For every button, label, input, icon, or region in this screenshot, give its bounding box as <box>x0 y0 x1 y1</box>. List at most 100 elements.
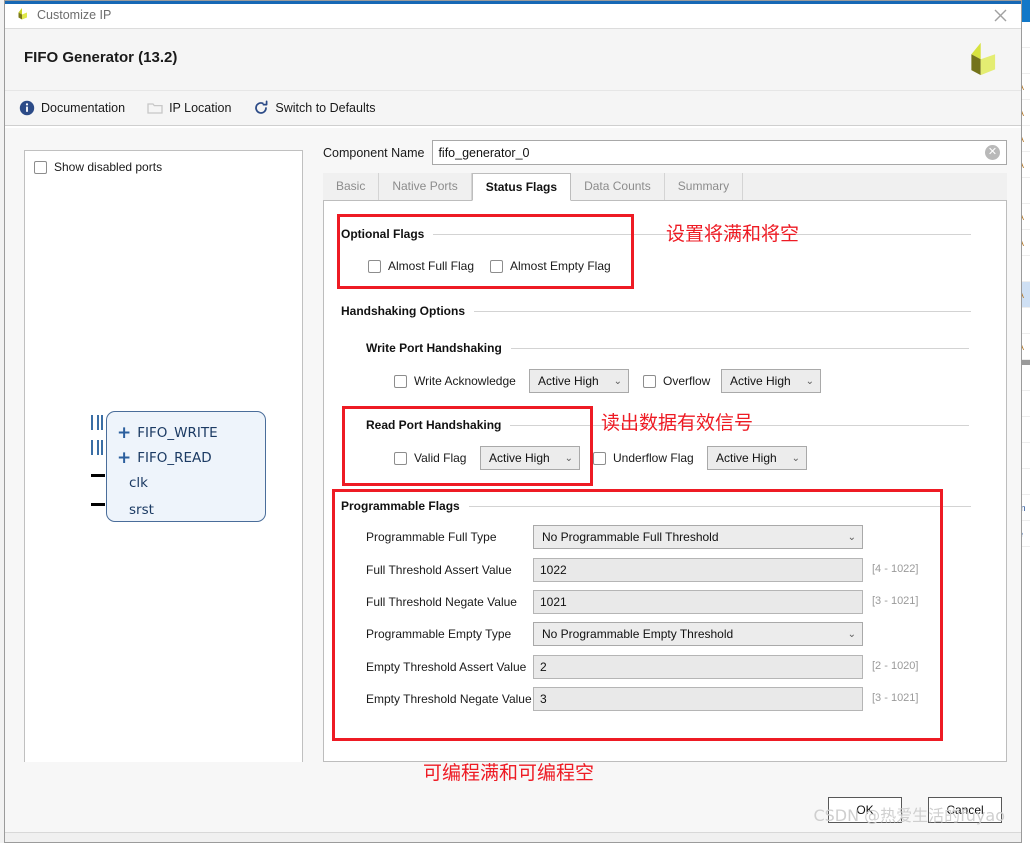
expand-plus-icon[interactable]: + <box>117 449 131 467</box>
switch-to-defaults-label: Switch to Defaults <box>275 101 376 115</box>
component-name-input[interactable] <box>433 141 1006 164</box>
documentation-link[interactable]: Documentation <box>19 100 125 116</box>
input-value: 1021 <box>540 595 567 609</box>
empty-threshold-assert-value-input[interactable]: 2 <box>533 655 863 679</box>
switch-to-defaults-link[interactable]: Switch to Defaults <box>253 100 375 116</box>
select-value: Active High <box>716 451 777 465</box>
component-name-row: Component Name ✕ <box>323 140 1007 165</box>
port-label: FIFO_READ <box>137 450 212 466</box>
valid-flag-polarity-select[interactable]: Active High ⌄ <box>480 446 580 470</box>
component-name-label: Component Name <box>323 145 425 160</box>
almost-empty-flag-checkbox[interactable]: Almost Empty Flag <box>490 259 611 273</box>
overflow-polarity-select[interactable]: Active High ⌄ <box>721 369 821 393</box>
port-label: srst <box>129 502 154 518</box>
checkbox-box <box>368 259 381 273</box>
tab-data-counts[interactable]: Data Counts <box>571 173 665 200</box>
select-value: No Programmable Full Threshold <box>542 530 719 544</box>
valid-flag-checkbox[interactable]: Valid Flag <box>394 451 466 465</box>
underflow-flag-checkbox[interactable]: Underflow Flag <box>593 451 694 465</box>
programmable-full-type-select[interactable]: No Programmable Full Threshold ⌄ <box>533 525 863 549</box>
port-label: FIFO_WRITE <box>137 425 218 441</box>
input-value: 1022 <box>540 563 567 577</box>
port-srst: srst <box>129 499 154 521</box>
fifo-block-diagram: + FIFO_WRITE + FIFO_READ clk srst <box>106 411 266 522</box>
empty-threshold-assert-value-label: Empty Threshold Assert Value <box>366 660 527 674</box>
full-threshold-negate-value-input[interactable]: 1021 <box>533 590 863 614</box>
chevron-down-icon: ⌄ <box>791 452 800 464</box>
wire-stub-clk <box>91 474 105 477</box>
input-value: 2 <box>540 660 547 674</box>
programmable-full-type-label: Programmable Full Type <box>366 530 497 544</box>
config-area: Component Name ✕ Basic Native Ports Stat… <box>323 140 1007 762</box>
tab-status-flags[interactable]: Status Flags <box>471 173 572 201</box>
programmable-flags-heading: Programmable Flags <box>341 499 460 513</box>
port-clk: clk <box>129 472 148 494</box>
almost-full-flag-label: Almost Full Flag <box>388 259 475 273</box>
full-threshold-assert-value-label: Full Threshold Assert Value <box>366 563 512 577</box>
select-value: No Programmable Empty Threshold <box>542 627 734 641</box>
annotation-text-programmable-flags: 可编程满和可编程空 <box>423 762 595 784</box>
programmable-empty-type-select[interactable]: No Programmable Empty Threshold ⌄ <box>533 622 863 646</box>
read-port-handshaking-heading: Read Port Handshaking <box>366 418 502 432</box>
ip-location-label: IP Location <box>169 101 232 115</box>
port-fifo-write[interactable]: + FIFO_WRITE <box>117 422 218 444</box>
ports-panel: Show disabled ports + FIFO_WRITE + FIFO_… <box>24 150 303 768</box>
almost-empty-flag-label: Almost Empty Flag <box>510 259 611 273</box>
dialog-body: Show disabled ports + FIFO_WRITE + FIFO_… <box>5 128 1021 842</box>
port-label: clk <box>129 475 148 491</box>
chevron-down-icon: ⌄ <box>847 628 856 640</box>
overflow-checkbox[interactable]: Overflow <box>643 374 710 388</box>
full-threshold-assert-value-input[interactable]: 1022 <box>533 558 863 582</box>
dialog-header: FIFO Generator (13.2) <box>5 29 1021 91</box>
expand-plus-icon[interactable]: + <box>117 424 131 442</box>
close-icon[interactable] <box>983 3 1017 27</box>
component-name-field[interactable]: ✕ <box>432 140 1007 165</box>
underflow-flag-label: Underflow Flag <box>613 451 694 465</box>
tab-filler <box>743 173 1007 200</box>
empty-threshold-negate-value-input[interactable]: 3 <box>533 687 863 711</box>
window-title: Customize IP <box>37 7 112 22</box>
full-threshold-negate-value-label: Full Threshold Negate Value <box>366 595 517 609</box>
annotation-text-optional-flags: 设置将满和将空 <box>666 223 800 245</box>
select-value: Active High <box>489 451 550 465</box>
annotation-text-read-port-handshaking: 读出数据有效信号 <box>601 412 754 434</box>
bus-stub-fifo-write <box>91 415 103 430</box>
tab-native-ports[interactable]: Native Ports <box>379 173 472 200</box>
ip-location-link[interactable]: IP Location <box>147 100 231 116</box>
full-threshold-assert-value-range: [4 - 1022] <box>872 563 919 575</box>
wire-stub-srst <box>91 503 105 506</box>
chevron-down-icon: ⌄ <box>564 452 573 464</box>
divider <box>510 347 969 349</box>
tabstrip: Basic Native Ports Status Flags Data Cou… <box>323 173 1007 201</box>
underflow-flag-polarity-select[interactable]: Active High ⌄ <box>707 446 807 470</box>
checkbox-box <box>643 374 656 388</box>
checkbox-box <box>394 374 407 388</box>
empty-threshold-assert-value-range: [2 - 1020] <box>872 660 919 672</box>
show-disabled-ports-label: Show disabled ports <box>54 160 163 174</box>
folder-icon <box>147 103 163 114</box>
clear-icon[interactable]: ✕ <box>985 145 1000 160</box>
tab-basic[interactable]: Basic <box>323 173 380 200</box>
input-value: 3 <box>540 692 547 706</box>
valid-flag-label: Valid Flag <box>414 451 467 465</box>
programmable-flags-heading-row: Programmable Flags <box>341 499 971 513</box>
almost-full-flag-checkbox[interactable]: Almost Full Flag <box>368 259 474 273</box>
write-port-handshaking-heading: Write Port Handshaking <box>366 341 502 355</box>
dialog-titlebar: Customize IP <box>5 1 1021 29</box>
empty-threshold-negate-value-label: Empty Threshold Negate Value <box>366 692 532 706</box>
divider <box>474 310 971 312</box>
tab-summary[interactable]: Summary <box>664 173 744 200</box>
show-disabled-ports-checkbox[interactable]: Show disabled ports <box>34 160 162 174</box>
titlebar-accent <box>5 1 1021 4</box>
status-flags-panel: Optional Flags Almost Full Flag Almost E… <box>323 201 1007 762</box>
chevron-down-icon: ⌄ <box>805 375 814 387</box>
write-acknowledge-checkbox[interactable]: Write Acknowledge <box>394 374 516 388</box>
dialog-footer: 可编程满和可编程空 OK Cancel CSDN @热爱生活的fuyao <box>5 762 1021 842</box>
port-fifo-read[interactable]: + FIFO_READ <box>117 447 212 469</box>
overflow-label: Overflow <box>663 374 711 388</box>
footer-strip <box>5 832 1021 842</box>
page-title: FIFO Generator (13.2) <box>24 49 178 66</box>
write-acknowledge-label: Write Acknowledge <box>414 374 516 388</box>
select-value: Active High <box>538 374 599 388</box>
write-acknowledge-polarity-select[interactable]: Active High ⌄ <box>529 369 629 393</box>
